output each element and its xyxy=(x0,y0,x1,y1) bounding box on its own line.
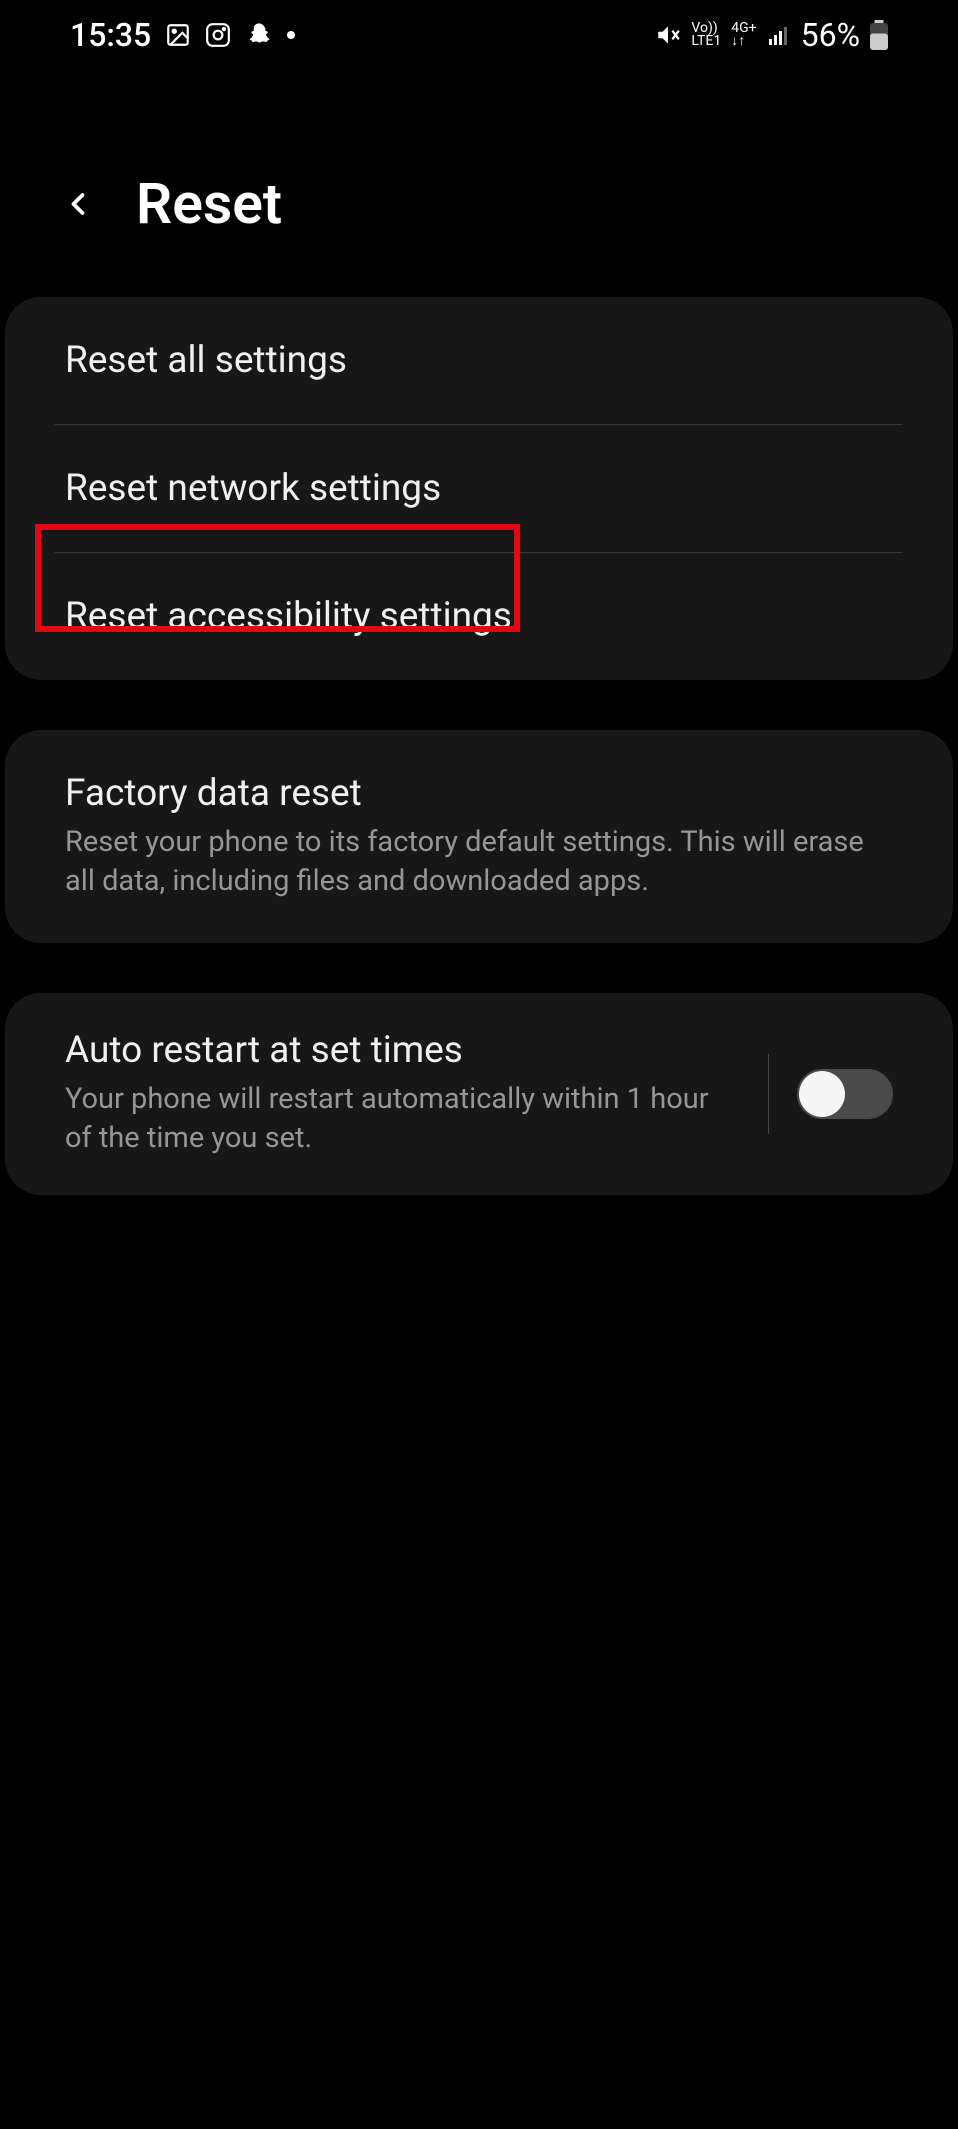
factory-reset-section: Factory data reset Reset your phone to i… xyxy=(5,730,953,943)
list-item-label: Factory data reset xyxy=(65,772,893,815)
reset-all-settings-item[interactable]: Reset all settings xyxy=(5,297,953,424)
network-type: 4G+↓↑ xyxy=(731,22,756,47)
list-item-label: Reset all settings xyxy=(65,339,893,382)
status-bar: 15:35 Vo))LTE1 4G+↓↑ 56% xyxy=(0,0,958,70)
auto-restart-section: Auto restart at set times Your phone wil… xyxy=(5,993,953,1194)
status-right: Vo))LTE1 4G+↓↑ 56% xyxy=(655,16,888,54)
gallery-icon xyxy=(165,22,191,48)
factory-data-reset-item[interactable]: Factory data reset Reset your phone to i… xyxy=(5,730,953,943)
toggle-separator xyxy=(768,1054,769,1134)
page-title: Reset xyxy=(136,170,282,237)
instagram-icon xyxy=(205,22,231,48)
snapchat-icon xyxy=(245,21,273,49)
list-item-description: Reset your phone to its factory default … xyxy=(65,823,893,901)
toggle-knob xyxy=(799,1071,845,1117)
list-item-label: Reset accessibility settings xyxy=(65,595,893,638)
auto-restart-toggle[interactable] xyxy=(797,1069,893,1119)
reset-accessibility-settings-item[interactable]: Reset accessibility settings xyxy=(5,553,953,680)
list-item-label: Reset network settings xyxy=(65,467,893,510)
more-indicator-icon xyxy=(287,31,295,39)
battery-icon xyxy=(870,20,888,50)
list-item-label: Auto restart at set times xyxy=(65,1029,710,1072)
page-header: Reset xyxy=(0,70,958,297)
signal-icon xyxy=(767,23,791,47)
back-icon[interactable] xyxy=(60,186,96,222)
reset-options-section: Reset all settings Reset network setting… xyxy=(5,297,953,680)
reset-network-settings-item[interactable]: Reset network settings xyxy=(5,425,953,552)
status-left: 15:35 xyxy=(70,16,295,54)
status-time: 15:35 xyxy=(70,16,151,54)
auto-restart-item[interactable]: Auto restart at set times Your phone wil… xyxy=(5,993,953,1194)
list-item-description: Your phone will restart automatically wi… xyxy=(65,1080,710,1158)
mute-icon xyxy=(655,22,681,48)
toggle-content: Auto restart at set times Your phone wil… xyxy=(65,1029,740,1158)
battery-percentage: 56% xyxy=(801,16,860,54)
volte-indicator: Vo))LTE1 xyxy=(691,22,721,47)
